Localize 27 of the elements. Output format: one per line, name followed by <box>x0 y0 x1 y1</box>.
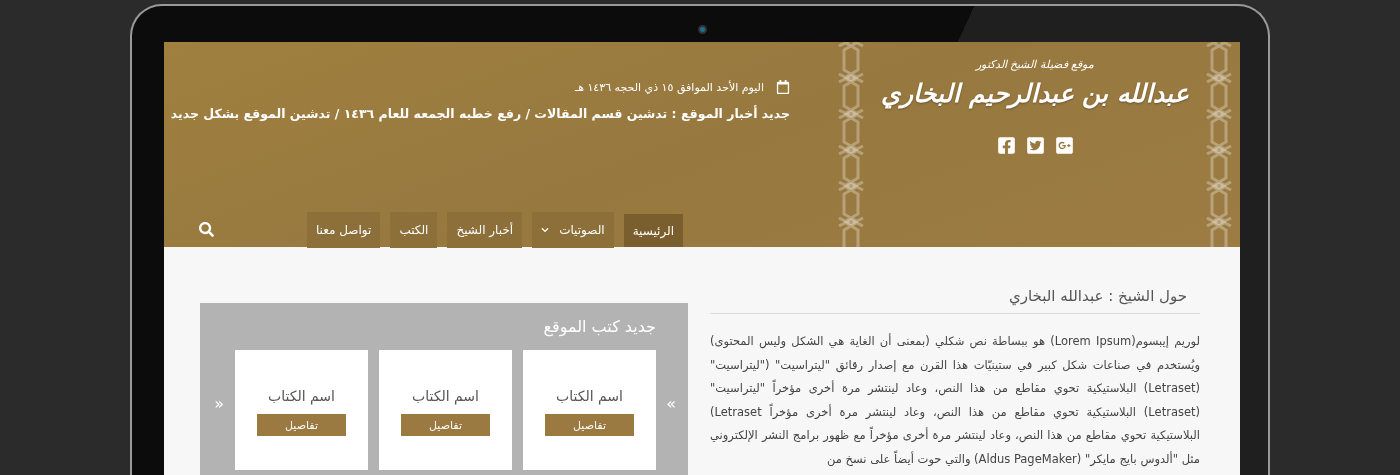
panel-title: جديد كتب الموقع <box>542 317 656 336</box>
calendar-icon <box>776 80 790 94</box>
date-text: اليوم الأحد الموافق ١٥ ذي الحجه ١٤٣٦ هـ <box>574 80 764 94</box>
details-button[interactable]: تفاصيل <box>401 414 490 436</box>
about-paragraph: لوريم إيبسوم(Lorem Ipsum) هو ببساطة نص شكلي (بمعنى أن الغاية هي الشكل وليس المحتوى) ويُستخدم في صناعات شكل كبير في ستينيّات هذا القرن مع إصدار رقائق "ليتراسيت" ("ليتراسيت" (Letraset) البلاستيكية تحوي مقاطع من هذا النص، وعاد لينتشر مرة أخرى مؤخراً "ليتراسيت" (Letraset) البلاستيكية تحوي مقاطع من هذا النص، وعاد لينتشر مرة أخرى مؤخراً Letraset) البلاستيكية تحوي مقاطع من هذا النص، وعاد لينتشر مرة أخرى مؤخراً مع ظهور برامج النشر الإلكتروني مثل "ألدوس بايج مايكر" (Aldus PageMaker) والتي حوت أيضاً على نسخ من <box>710 332 1200 469</box>
nav-tab[interactable]: الكتب <box>390 212 438 248</box>
logo-title: عبدالله بن عبدالرحيم البخاري <box>880 79 1190 108</box>
facebook-icon[interactable] <box>996 136 1016 155</box>
twitter-icon[interactable] <box>1025 136 1045 155</box>
book-title: اسم الكتاب <box>412 388 479 404</box>
logo-subtitle: موقع فضيلة الشيخ الدكتور <box>975 58 1095 71</box>
details-button[interactable]: تفاصيل <box>545 414 634 436</box>
section-title: حول الشيخ : عبدالله البخاري <box>710 287 1200 314</box>
book-card[interactable]: اسم الكتاب تفاصيل <box>523 350 656 470</box>
book-title: اسم الكتاب <box>268 388 335 404</box>
book-title: اسم الكتاب <box>556 388 623 404</box>
book-card[interactable]: اسم الكتاب تفاصيل <box>235 350 368 470</box>
book-card[interactable]: اسم الكتاب تفاصيل <box>379 350 512 470</box>
google-plus-icon[interactable] <box>1054 136 1074 155</box>
nav-tab[interactable]: الرئيسية <box>623 214 683 247</box>
nav-tab[interactable]: أخبار الشيخ <box>447 212 523 248</box>
camera-icon <box>697 25 707 34</box>
nav-tab[interactable]: الصوتيات <box>532 212 614 248</box>
search-icon[interactable] <box>199 222 214 237</box>
details-button[interactable]: تفاصيل <box>257 414 346 436</box>
nav-tab[interactable]: تواصل معنا <box>306 212 381 248</box>
news-ticker: جديد أخبار الموقع : تدشين قسم المقالات / رفع خطبه الجمعه للعام ١٤٣٦ / تدشين الموقع بشكل جديد <box>169 106 790 121</box>
